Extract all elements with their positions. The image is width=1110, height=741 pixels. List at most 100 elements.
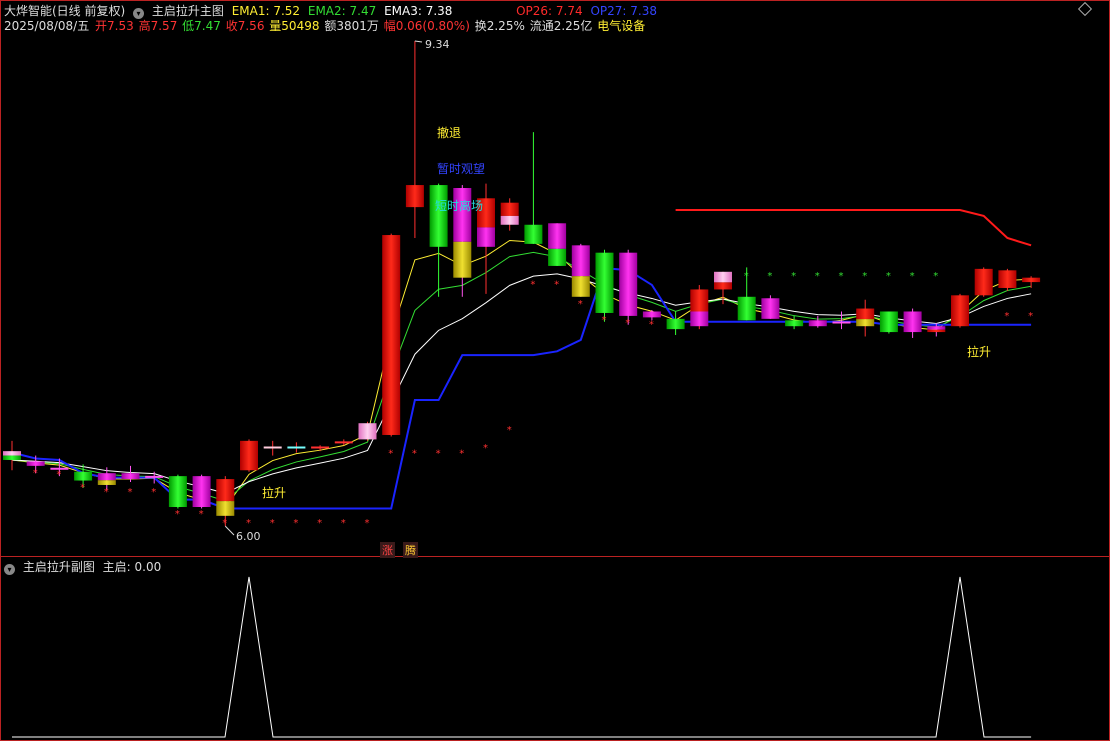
candle-body-lower — [927, 329, 946, 333]
ema3-line — [11, 273, 1032, 494]
sar-mark: * — [483, 443, 488, 454]
sar-mark: * — [1004, 311, 1009, 322]
sar-mark: * — [767, 271, 772, 282]
sar-mark: * — [507, 425, 512, 436]
sub-chart — [12, 576, 1032, 738]
candle-body — [3, 451, 21, 456]
candle-body — [974, 268, 993, 296]
candle-body — [74, 471, 93, 481]
candle-body — [785, 320, 804, 327]
sar-mark: * — [151, 487, 156, 498]
sar-mark: * — [791, 271, 796, 282]
candle-body-lower — [477, 227, 495, 247]
candle-body — [500, 202, 519, 216]
candle-body — [619, 252, 638, 316]
sar-mark: * — [815, 271, 820, 282]
candle-body — [121, 473, 140, 480]
candle-body — [358, 423, 377, 440]
candle-body — [737, 296, 756, 321]
candle-body — [382, 235, 401, 435]
sar-mark: * — [839, 271, 844, 282]
candle-body — [642, 311, 661, 318]
min-price-leader — [224, 525, 235, 536]
sar-mark: * — [199, 509, 204, 520]
sar-mark: * — [341, 518, 346, 529]
candle-body — [240, 440, 258, 471]
candle-body — [714, 271, 732, 283]
sar-mark: * — [578, 299, 583, 310]
sar-mark: * — [459, 449, 464, 460]
candle-body — [666, 318, 685, 330]
candle-body — [548, 223, 567, 249]
sar-mark: * — [317, 518, 322, 529]
signal-line — [12, 576, 1032, 738]
sar-mark: * — [365, 518, 370, 529]
candle-body — [761, 298, 780, 319]
candle-body — [1022, 277, 1041, 283]
candle-body — [927, 326, 946, 330]
candle-body-lower — [3, 455, 21, 460]
candle-body — [97, 473, 116, 481]
candle-body — [405, 185, 424, 208]
sar-mark: * — [910, 271, 915, 282]
candle-body — [951, 295, 969, 327]
max-price-label: 9.34 — [425, 38, 450, 51]
sar-mark: * — [862, 271, 867, 282]
candle-body — [524, 224, 543, 244]
sar-mark: * — [388, 449, 393, 460]
candle-body-lower — [548, 248, 567, 266]
sar-mark: * — [80, 483, 85, 494]
sar-mark: * — [436, 449, 441, 460]
sar-mark: * — [128, 487, 133, 498]
sar-mark: * — [554, 280, 559, 291]
sar-mark: * — [744, 271, 749, 282]
op27-line — [11, 267, 1032, 510]
sar-mark: * — [933, 271, 938, 282]
candle-body — [571, 245, 590, 277]
sar-mark: * — [412, 449, 417, 460]
kline-chart[interactable]: * ** * * ** ** * * * * * ** * * **** *** * ** * * * * * * * ** * 9… — [0, 0, 1110, 741]
candle-body — [879, 311, 898, 333]
retreat-label: 撤退 — [437, 125, 461, 140]
candle-body — [26, 461, 45, 466]
sar-mark: * — [56, 469, 61, 480]
sar-mark: * — [649, 319, 654, 330]
max-price-leader — [414, 40, 423, 43]
candle-body — [429, 185, 448, 247]
sar-mark: * — [175, 509, 180, 520]
sar-mark: * — [886, 271, 891, 282]
candle-body — [453, 188, 472, 242]
candle-body-lower — [500, 215, 519, 225]
sar-mark: * — [104, 487, 109, 498]
candle-body — [808, 320, 827, 327]
sar-mark: * — [293, 518, 298, 529]
candle-body-lower — [571, 276, 590, 297]
candle-body-lower — [856, 319, 875, 327]
candle-body — [595, 252, 614, 313]
candle-body — [903, 311, 922, 333]
candle-body-lower — [690, 311, 709, 327]
indicator-lines — [11, 209, 1032, 510]
sar-mark: * — [246, 518, 251, 529]
sar-mark: * — [33, 468, 38, 479]
candle-body — [856, 308, 875, 320]
candle-body-lower — [97, 480, 116, 485]
candle-body-lower — [453, 241, 472, 278]
candles — [3, 41, 1041, 527]
candle-body — [192, 476, 211, 508]
wait-label: 暂时观望 — [437, 162, 485, 176]
candle-body — [168, 476, 187, 508]
candle-body-lower — [714, 282, 732, 290]
candle-body — [216, 479, 235, 502]
candle-body-lower — [216, 501, 235, 516]
candle-body — [690, 289, 709, 312]
signal-marks: * ** * * ** ** * * * * * ** * * **** *** * ** * * * * * * * ** * — [33, 40, 1033, 536]
ema2-line — [11, 251, 1032, 502]
rise-label-2: 拉升 — [967, 344, 991, 359]
min-price-label: 6.00 — [236, 530, 261, 543]
sar-mark: * — [530, 280, 535, 291]
op26-line — [675, 209, 1032, 247]
rise-label-1: 拉升 — [262, 485, 286, 500]
exit-label: 短时离场 — [435, 198, 483, 213]
sar-mark: * — [270, 518, 275, 529]
